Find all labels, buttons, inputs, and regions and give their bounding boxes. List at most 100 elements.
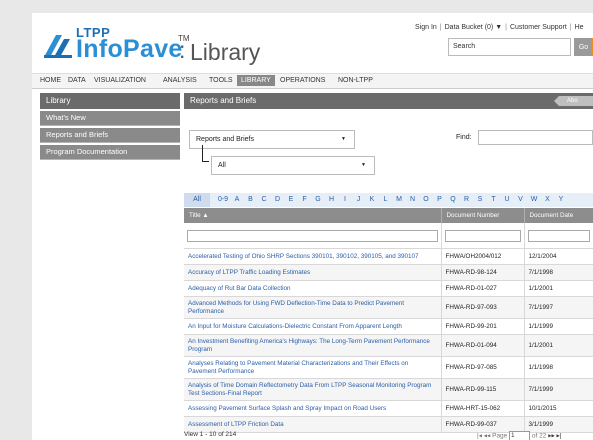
logo-section-title: Library	[190, 39, 261, 65]
alpha-filter-o[interactable]: O	[421, 196, 431, 203]
chevron-down-icon: ▼	[341, 136, 346, 142]
alpha-filter-r[interactable]: R	[462, 196, 472, 203]
main-title-bar: Reports and Briefs Abo	[184, 93, 593, 109]
table-row: Adequacy of Rut Bar Data Collection FHWA-…	[184, 280, 593, 297]
document-number: FHWA-RD-97-085	[441, 356, 525, 379]
chevron-down-icon: ▼	[361, 162, 366, 168]
document-date: 7/1/1999	[524, 378, 593, 401]
nav-home[interactable]: HOME	[40, 77, 61, 84]
category-select[interactable]: Reports and Briefs ▼	[189, 130, 355, 149]
document-date: 1/1/1998	[524, 356, 593, 379]
document-number: FHWA/OH2004/012	[441, 248, 525, 265]
page-input[interactable]: 1	[509, 431, 531, 440]
report-title-link[interactable]: An Input for Moisture Calculations-Diele…	[184, 318, 442, 335]
alpha-filter-a[interactable]: A	[232, 196, 242, 203]
data-bucket-link[interactable]: Data Bucket (0) ▼	[445, 24, 503, 31]
alpha-filter-w[interactable]: W	[529, 196, 539, 203]
alpha-filter-j[interactable]: J	[354, 196, 364, 203]
report-title-link[interactable]: Accuracy of LTPP Traffic Loading Estimat…	[184, 264, 442, 281]
date-filter-input[interactable]	[527, 229, 590, 242]
alpha-filter-y[interactable]: Y	[556, 196, 566, 203]
table-row: An Investment Benefiting America's Highw…	[184, 334, 593, 357]
filter-cell	[184, 223, 442, 249]
alpha-filter-n[interactable]: N	[408, 196, 418, 203]
report-title-link[interactable]: Advanced Methods for Using FWD Deflectio…	[184, 296, 442, 319]
report-title-link[interactable]: Accelerated Testing of Ohio SHRP Section…	[184, 248, 442, 265]
document-date: 12/1/2004	[524, 248, 593, 265]
nav-analysis[interactable]: ANALYSIS	[163, 77, 197, 84]
alpha-filter-0-9[interactable]: 0-9	[216, 196, 230, 203]
sign-in-link[interactable]: Sign In	[415, 24, 437, 31]
nav-visualization[interactable]: VISUALIZATION	[94, 77, 146, 84]
document-date: 1/1/1999	[524, 318, 593, 335]
report-title-link[interactable]: An Investment Benefiting America's Highw…	[184, 334, 442, 357]
alpha-filter-p[interactable]: P	[435, 196, 445, 203]
report-title-link[interactable]: Assessing Pavement Surface Splash and Sp…	[184, 400, 442, 417]
alpha-filter-g[interactable]: G	[313, 196, 323, 203]
alpha-filter-h[interactable]: H	[327, 196, 337, 203]
alpha-filter-i[interactable]: I	[340, 196, 350, 203]
number-filter-input[interactable]	[444, 229, 521, 242]
nav-library[interactable]: LIBRARY	[237, 75, 275, 86]
header-title[interactable]: Title ▲	[184, 208, 442, 223]
nav-tools[interactable]: TOOLS	[209, 77, 233, 84]
alpha-filter-x[interactable]: X	[543, 196, 553, 203]
first-page-icon[interactable]: |◂	[477, 433, 482, 440]
table-row: Analyses Relating to Pavement Material C…	[184, 356, 593, 379]
alpha-filter-t[interactable]: T	[489, 196, 499, 203]
report-title-link[interactable]: Adequacy of Rut Bar Data Collection	[184, 280, 442, 297]
alpha-filter-m[interactable]: M	[394, 196, 404, 203]
header-document-date[interactable]: Document Date	[524, 208, 593, 223]
alpha-filter-s[interactable]: S	[475, 196, 485, 203]
sort-up-icon: ▲	[202, 212, 209, 219]
alpha-filter-all[interactable]: All	[184, 193, 210, 207]
subcategory-select[interactable]: All ▼	[211, 156, 375, 175]
search-input[interactable]: Search	[448, 38, 571, 56]
main-nav: HOME DATA VISUALIZATION ANALYSIS TOOLS L…	[32, 73, 593, 89]
document-date: 1/1/2001	[524, 280, 593, 297]
alpha-filter-k[interactable]: K	[367, 196, 377, 203]
tree-elbow	[202, 145, 209, 162]
help-link[interactable]: He	[575, 24, 584, 31]
document-number: FHWA-RD-98-124	[441, 264, 525, 281]
alpha-filter-d[interactable]: D	[273, 196, 283, 203]
sidebar-item-reports-and-briefs[interactable]: Reports and Briefs	[40, 128, 180, 143]
document-number: FHWA-RD-01-027	[441, 280, 525, 297]
sidebar-item-program-documentation[interactable]: Program Documentation	[40, 145, 180, 160]
title-filter-input[interactable]	[187, 229, 438, 242]
alpha-filter-c[interactable]: C	[259, 196, 269, 203]
alpha-filter-v[interactable]: V	[516, 196, 526, 203]
logo-separator: :	[179, 37, 186, 63]
document-date: 10/1/2015	[524, 400, 593, 417]
nav-operations[interactable]: OPERATIONS	[280, 77, 325, 84]
alpha-filter-u[interactable]: U	[502, 196, 512, 203]
next-page-icon[interactable]: ▸▸	[548, 433, 555, 440]
find-input[interactable]	[478, 130, 593, 145]
alpha-filter-b[interactable]: B	[246, 196, 256, 203]
sidebar-item-whats-new[interactable]: What's New	[40, 111, 180, 126]
link-separator: |	[569, 24, 572, 31]
last-page-icon[interactable]: ▸|	[557, 433, 562, 440]
page: LTPP InfoPave TM : Library Sign In | Data …	[32, 13, 593, 440]
nav-data[interactable]: DATA	[68, 77, 86, 84]
document-number: FHWA-RD-99-201	[441, 318, 525, 335]
report-title-link[interactable]: Analysis of Time Domain Reflectometry Da…	[184, 378, 442, 401]
about-tab[interactable]: Abo	[554, 96, 593, 106]
alpha-filter-l[interactable]: L	[381, 196, 391, 203]
alpha-filter-q[interactable]: Q	[448, 196, 458, 203]
category-select-value: Reports and Briefs	[196, 136, 254, 143]
table-row: Advanced Methods for Using FWD Deflectio…	[184, 296, 593, 319]
pager: |◂ ◂◂ Page 1 of 22 ▸▸ ▸|	[477, 431, 562, 440]
report-title-link[interactable]: Analyses Relating to Pavement Material C…	[184, 356, 442, 379]
customer-support-link[interactable]: Customer Support	[510, 24, 567, 31]
prev-page-icon[interactable]: ◂◂	[484, 433, 491, 440]
alpha-filter-f[interactable]: F	[300, 196, 310, 203]
header-document-number[interactable]: Document Number	[441, 208, 525, 223]
table-header-row: Title ▲ Document Number Document Date	[184, 208, 593, 223]
alpha-filter-e[interactable]: E	[286, 196, 296, 203]
table-footer: View 1 - 10 of 214 |◂ ◂◂ Page 1 of 22 ▸▸…	[184, 431, 593, 440]
filter-row	[184, 223, 593, 249]
table-row: Analysis of Time Domain Reflectometry Da…	[184, 378, 593, 401]
nav-non-ltpp[interactable]: NON-LTPP	[338, 77, 373, 84]
table-row: An Input for Moisture Calculations-Diele…	[184, 318, 593, 335]
